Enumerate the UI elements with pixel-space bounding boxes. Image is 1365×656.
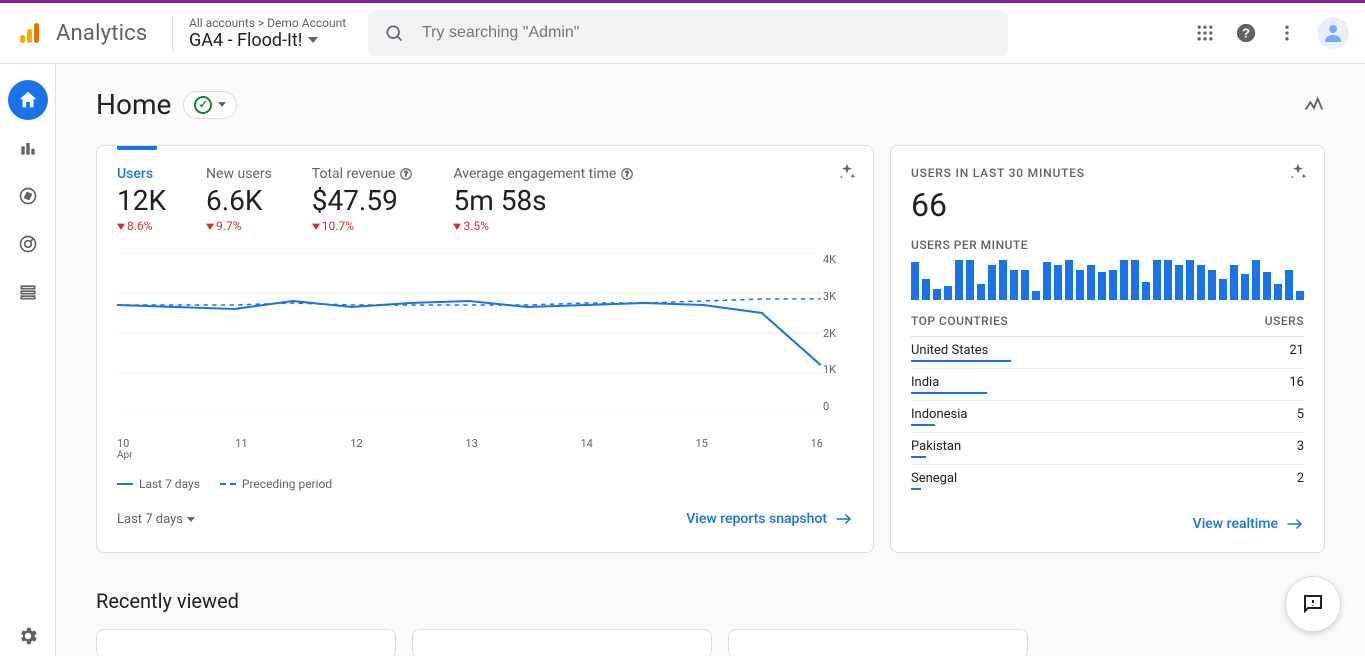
metric-delta: 10.7% [312, 219, 414, 233]
country-name: Senegal [911, 471, 1297, 486]
header-actions: ? [1195, 17, 1349, 49]
caret-down-icon [218, 102, 226, 107]
country-row[interactable]: Senegal2 [911, 464, 1304, 496]
nav-home[interactable] [8, 80, 48, 120]
nav-explore[interactable] [8, 176, 48, 216]
country-users: 16 [1289, 375, 1304, 394]
realtime-title: USERS IN LAST 30 MINUTES [911, 166, 1304, 180]
overview-card: Users 12K 8.6% New users 6.6K 9.7% Total rev… [96, 145, 874, 553]
overview-footer: Last 7 days View reports snapshot [117, 511, 853, 527]
more-vert-icon[interactable] [1277, 23, 1297, 43]
tab-indicator [117, 146, 157, 150]
realtime-card: USERS IN LAST 30 MINUTES 66 USERS PER MI… [890, 145, 1325, 553]
insights-icon[interactable] [1303, 94, 1325, 116]
metric-total-revenue[interactable]: Total revenue ? $47.59 10.7% [312, 166, 414, 233]
cards-row: Users 12K 8.6% New users 6.6K 9.7% Total rev… [96, 145, 1325, 553]
sparkle-icon[interactable] [837, 162, 857, 182]
apps-icon[interactable] [1195, 23, 1215, 43]
metric-value: 5m 58s [453, 184, 634, 217]
property-name-row: GA4 - Flood-It! [189, 30, 352, 51]
metric-value: 12K [117, 184, 166, 217]
country-users: 5 [1297, 407, 1304, 426]
nav-rail [0, 64, 56, 656]
main-content: Home ✓ Users 12K 8.6% New users 6.6K 9.7% To… [56, 64, 1365, 656]
metric-row: Users 12K 8.6% New users 6.6K 9.7% Total rev… [117, 166, 853, 233]
product-name: Analytics [56, 21, 147, 46]
metric-value: $47.59 [312, 184, 414, 217]
metric-label: Users [117, 166, 166, 182]
realtime-footer: View realtime [911, 516, 1304, 532]
metric-new-users[interactable]: New users 6.6K 9.7% [206, 166, 272, 233]
view-reports-snapshot-link[interactable]: View reports snapshot [686, 511, 853, 527]
search-input[interactable] [420, 23, 992, 43]
countries-header: TOP COUNTRIES USERS [911, 314, 1304, 328]
y-axis: 4K3K2K1K0 [823, 253, 853, 413]
metric-delta: 8.6% [117, 219, 166, 233]
logo-block: Analytics [16, 19, 156, 47]
chart-legend: Last 7 days Preceding period [117, 477, 853, 491]
search-icon [384, 23, 404, 43]
search-box[interactable] [368, 10, 1008, 56]
svg-text:?: ? [1242, 26, 1250, 41]
legend-current: Last 7 days [117, 477, 200, 491]
country-row[interactable]: Indonesia5 [911, 400, 1304, 432]
nav-configure[interactable] [8, 272, 48, 312]
status-chip[interactable]: ✓ [183, 91, 237, 119]
metric-label: Total revenue ? [312, 166, 414, 182]
breadcrumb: All accounts > Demo Account [189, 16, 352, 30]
country-name: Indonesia [911, 407, 1297, 422]
country-name: Pakistan [911, 439, 1297, 454]
avatar[interactable] [1317, 17, 1349, 49]
svg-text:?: ? [626, 170, 630, 178]
property-name: GA4 - Flood-It! [189, 30, 302, 51]
svg-text:?: ? [405, 170, 409, 178]
metric-label: New users [206, 166, 272, 182]
metric-users[interactable]: Users 12K 8.6% [117, 166, 166, 233]
country-row[interactable]: India16 [911, 368, 1304, 400]
metric-average-engagement-time[interactable]: Average engagement time ? 5m 58s 3.5% [453, 166, 634, 233]
realtime-value: 66 [911, 186, 1304, 224]
country-users: 21 [1289, 343, 1304, 362]
top-countries-list: United States21India16Indonesia5Pakistan… [911, 336, 1304, 496]
nav-reports[interactable] [8, 128, 48, 168]
app-header: Analytics All accounts > Demo Account GA… [0, 0, 1365, 64]
range-selector[interactable]: Last 7 days [117, 512, 195, 527]
page-title-row: Home ✓ [96, 88, 1325, 121]
check-icon: ✓ [194, 96, 212, 114]
caret-down-icon [308, 37, 318, 43]
app-shell: Home ✓ Users 12K 8.6% New users 6.6K 9.7% To… [0, 64, 1365, 656]
help-icon[interactable]: ? [1235, 22, 1257, 44]
metric-label: Average engagement time ? [453, 166, 634, 182]
users-per-minute-sparkline [911, 260, 1304, 300]
metric-delta: 3.5% [453, 219, 634, 233]
users-line-chart: 4K3K2K1K0 [117, 253, 853, 433]
nav-admin[interactable] [8, 616, 48, 656]
metric-value: 6.6K [206, 184, 272, 217]
nav-advertising[interactable] [8, 224, 48, 264]
account-selector[interactable]: All accounts > Demo Account GA4 - Flood-… [172, 16, 352, 51]
view-realtime-link[interactable]: View realtime [1193, 516, 1304, 532]
country-users: 2 [1297, 471, 1304, 490]
metric-delta: 9.7% [206, 219, 272, 233]
recent-card[interactable] [96, 629, 396, 656]
analytics-logo-icon [16, 19, 44, 47]
recent-card[interactable] [412, 629, 712, 656]
x-axis: 10Apr111213141516 [117, 437, 853, 461]
country-users: 3 [1297, 439, 1304, 458]
sparkle-icon[interactable] [1288, 162, 1308, 182]
line-chart-svg [117, 253, 853, 413]
recently-viewed-row [96, 629, 1325, 656]
realtime-subtitle: USERS PER MINUTE [911, 238, 1304, 252]
legend-previous: Preceding period [220, 477, 332, 491]
recent-card[interactable] [728, 629, 1028, 656]
page-title: Home [96, 88, 171, 121]
country-row[interactable]: United States21 [911, 336, 1304, 368]
country-name: United States [911, 343, 1289, 358]
recently-viewed-title: Recently viewed [96, 589, 1325, 613]
country-row[interactable]: Pakistan3 [911, 432, 1304, 464]
country-name: India [911, 375, 1289, 390]
feedback-fab[interactable] [1285, 576, 1341, 632]
